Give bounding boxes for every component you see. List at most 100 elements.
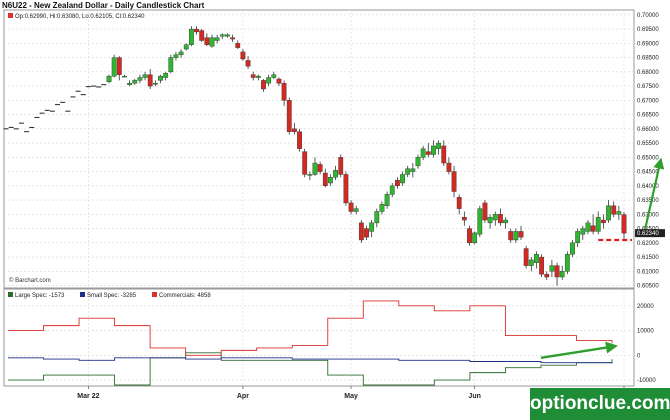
candle-body-up (225, 34, 230, 37)
candle-body-up (559, 271, 565, 278)
candle-body-up (528, 259, 534, 266)
cot-legend-swatch (8, 292, 13, 297)
candle-body-up (266, 77, 272, 84)
cot-y-axis: 20000 10000 0 -10000 (637, 304, 656, 384)
candle-body-down (199, 30, 205, 41)
candle-body-down (523, 248, 529, 266)
candle (168, 54, 174, 74)
price-y-axis: 0.70000 0.69500 0.69000 0.68500 0.68000 0.675… (637, 13, 659, 290)
candle-body-down (498, 214, 503, 224)
price-y-tick-label: 0.65500 (637, 141, 659, 147)
candle-body-up (405, 168, 411, 175)
price-y-tick-label: 0.61500 (637, 255, 659, 261)
candle-body-up (580, 228, 586, 235)
candle-body-up (209, 37, 215, 47)
candle-body-up (127, 83, 133, 85)
candle-body-down (147, 74, 153, 87)
cot-y-tick-label: 0 (637, 353, 641, 359)
candle-body-up (534, 254, 539, 263)
candle-body-up (389, 185, 395, 195)
price-y-tick-label: 0.67500 (637, 84, 659, 90)
candle-body-up (271, 74, 277, 78)
cot-legend-label: Commercials: 4858 (159, 293, 211, 299)
cot-legend-swatch (152, 292, 157, 297)
credit-label: © Barchart.com (9, 277, 51, 284)
candle-body-up (328, 177, 333, 184)
candle-body-up (374, 211, 380, 224)
cot-legend-swatch (80, 292, 85, 297)
price-y-tick-label: 0.67000 (637, 98, 659, 104)
candle-body-down (364, 228, 369, 238)
candle (199, 29, 205, 42)
candle-body-down (425, 151, 431, 155)
candle-body-up (575, 231, 581, 244)
candle (358, 220, 364, 243)
candle-body-down (245, 60, 251, 67)
price-y-tick-label: 0.66000 (637, 127, 659, 133)
candle-body-up (549, 265, 555, 272)
candle-body-up (431, 145, 436, 155)
candle-body-down (611, 205, 617, 215)
price-y-tick-label: 0.64500 (637, 170, 659, 176)
candle-body-up (564, 254, 570, 272)
candle-body-up (585, 222, 591, 232)
candle-body-down (358, 222, 364, 241)
candle-body-up (214, 37, 220, 41)
candle-body-down (235, 43, 241, 48)
candle-body-up (173, 54, 179, 58)
candle (472, 231, 478, 245)
last-price-tag: 0.62340 (635, 229, 665, 238)
cot-y-tick-label: 10000 (637, 329, 654, 335)
watermark-banner[interactable]: optionclue.com (530, 388, 670, 420)
candle-body-down (461, 216, 467, 221)
price-y-tick-label: 0.66500 (637, 113, 659, 119)
candle (188, 26, 194, 47)
x-tick-label: Mar 22 (77, 393, 99, 400)
candle (482, 200, 488, 223)
candle (302, 148, 308, 178)
candle-body-up (503, 219, 508, 224)
candle (338, 154, 344, 178)
ohlc-legend: Op:0.62990, Hi:0.63080, Lo:0.62105, Cl:0… (15, 14, 145, 20)
cot-y-tick-label: 20000 (637, 304, 654, 310)
candle-body-up (595, 216, 601, 232)
candle-body-up (379, 204, 385, 212)
candle-body-down (240, 51, 246, 60)
candle-body-up (333, 169, 338, 178)
candle-body-up (163, 73, 169, 78)
price-y-tick-label: 0.69500 (637, 27, 659, 33)
x-tick-label: Apr (237, 393, 249, 400)
candle-body-down (601, 219, 606, 224)
candle-body-up (570, 242, 575, 255)
candle-body-down (286, 100, 292, 132)
candle-body-down (250, 74, 256, 78)
candle-body-down (261, 80, 266, 90)
candle-body-down (276, 78, 282, 84)
candle-body-down (281, 83, 287, 101)
candle-body-up (477, 208, 483, 235)
candle-body-up (307, 174, 313, 176)
candle-body-up (168, 57, 174, 73)
price-y-tick-label: 0.63500 (637, 198, 659, 204)
price-y-tick-label: 0.70000 (637, 13, 659, 19)
candle-body-up (178, 51, 184, 55)
x-tick-label: Jun (468, 393, 480, 400)
candle-body-down (348, 202, 354, 212)
candle-body-down (508, 231, 514, 241)
candle (286, 97, 292, 135)
price-y-tick-label: 0.65000 (637, 155, 659, 161)
candle-body-down (456, 197, 462, 209)
cot-legend-label: Large Spec: -1573 (15, 293, 65, 299)
x-tick-label: May (344, 393, 358, 400)
candle-body-down (451, 171, 457, 192)
candle-body-up (487, 216, 493, 224)
candle-body-up (472, 232, 478, 244)
candle-body-down (539, 256, 545, 275)
candle-body-down (467, 228, 472, 244)
candle-body-down (292, 128, 297, 132)
candle-body-down (317, 164, 323, 172)
candle-body-down (116, 57, 122, 75)
candle-body-up (353, 208, 359, 212)
candle-body-down (554, 265, 560, 278)
candle-body-up (384, 194, 390, 206)
